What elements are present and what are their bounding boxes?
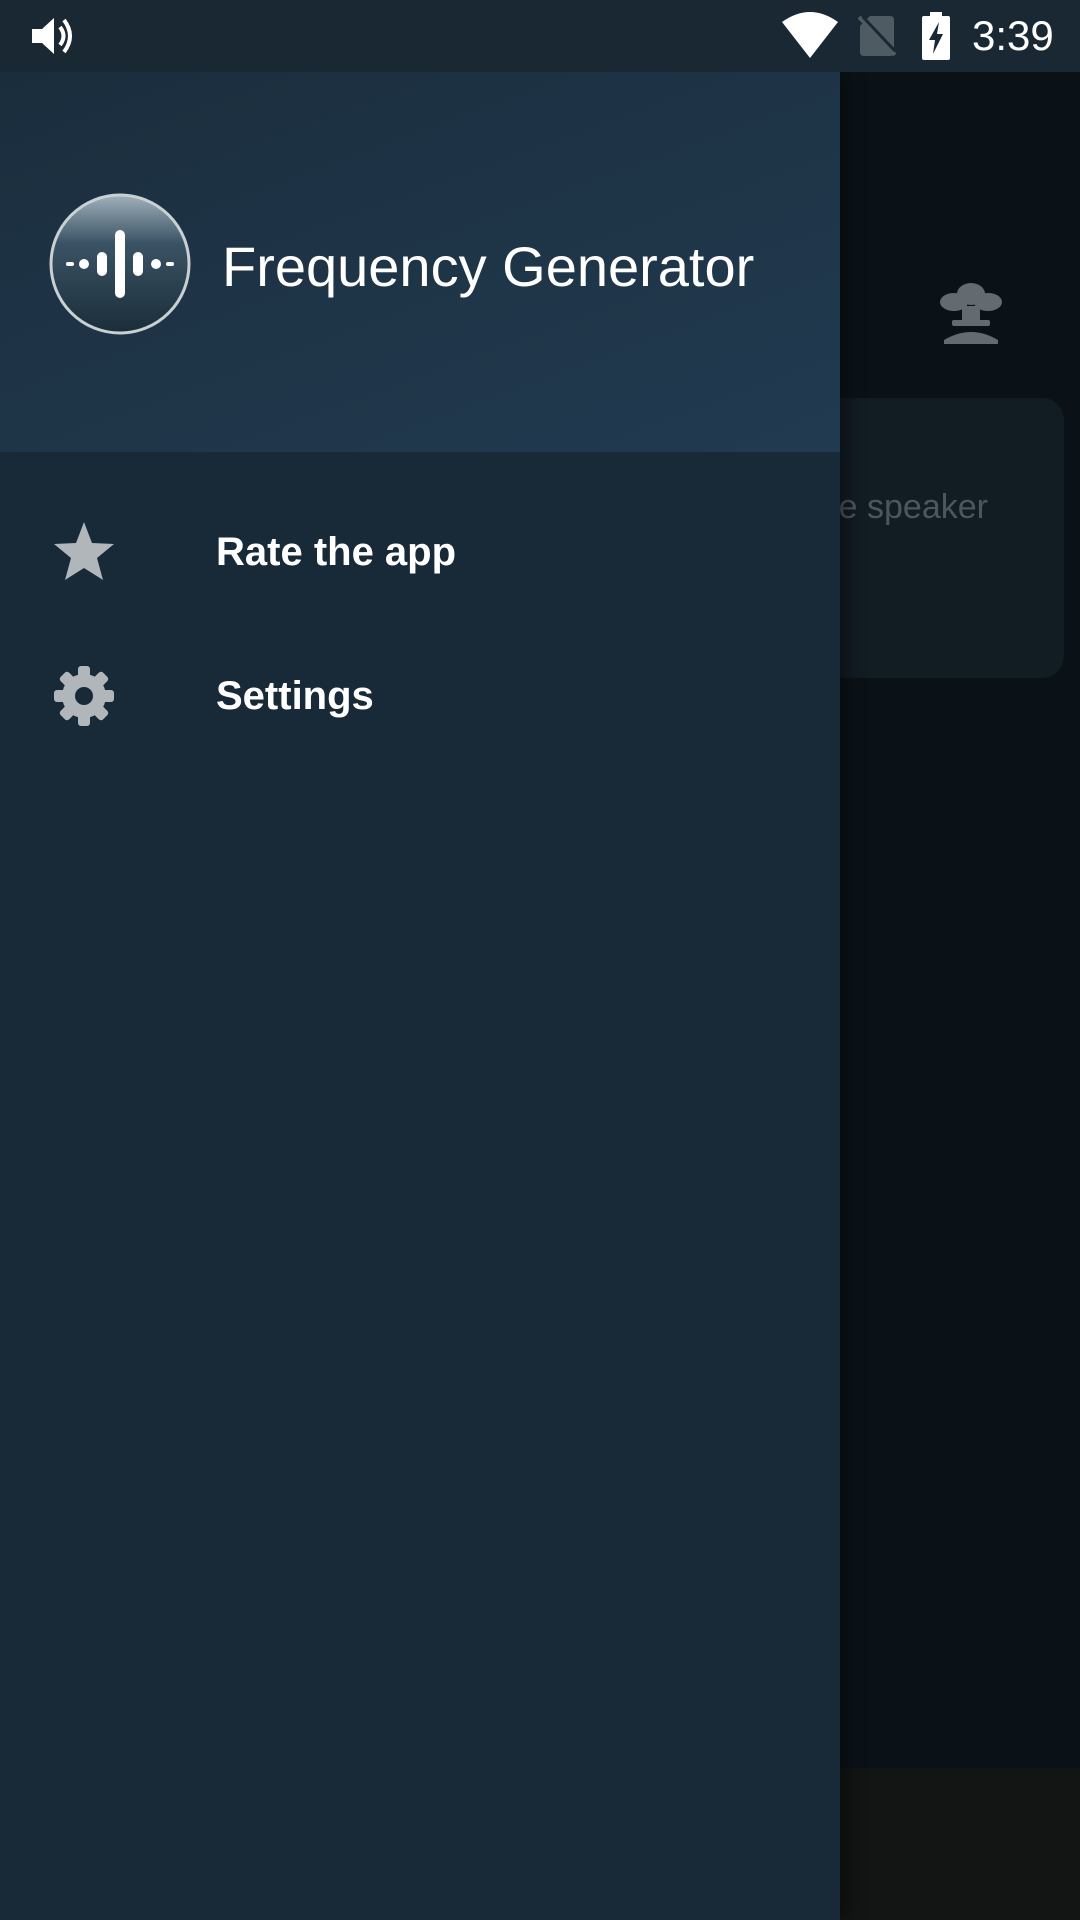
wifi-icon	[782, 12, 838, 58]
menu-item-rate-the-app[interactable]: Rate the app	[0, 478, 840, 622]
battery-charging-icon	[922, 12, 950, 60]
drawer-header: Frequency Generator	[0, 72, 840, 452]
menu-item-label: Rate the app	[216, 530, 457, 574]
clock: 3:39	[972, 12, 1054, 59]
menu-item-label: Settings	[216, 674, 374, 718]
gear-icon	[54, 666, 114, 726]
no-sim-icon	[858, 15, 896, 57]
volume-icon	[32, 18, 72, 54]
drawer-menu: Rate the app Settings	[0, 478, 840, 766]
waveform-logo-icon	[49, 193, 191, 335]
star-icon	[54, 522, 114, 580]
speaker-cleaner-icon[interactable]	[938, 280, 1004, 346]
navigation-drawer: Frequency Generator Rate the app Setting…	[0, 72, 840, 1920]
menu-item-settings[interactable]: Settings	[0, 622, 840, 766]
status-bar: 3:39	[0, 0, 1080, 72]
app-title: Frequency Generator	[222, 235, 755, 298]
